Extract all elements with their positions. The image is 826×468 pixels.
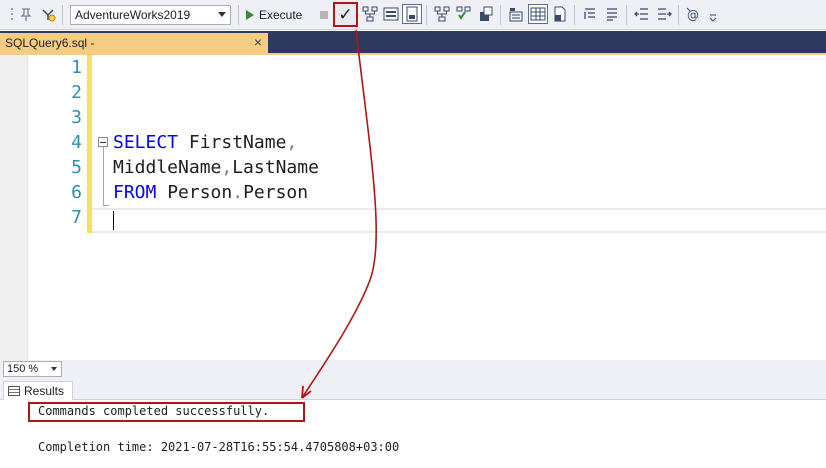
column-lastname: LastName [232, 157, 319, 178]
comma: , [221, 157, 233, 178]
results-tabbar: Results [0, 378, 826, 400]
parse-icon: ✓ [338, 4, 353, 25]
column-firstname: FirstName [178, 132, 287, 153]
line-number: 7 [71, 207, 82, 228]
comma: , [286, 132, 298, 153]
results-file-icon[interactable] [550, 4, 570, 24]
zoom-value: 150 % [7, 363, 39, 375]
execute-label: Execute [259, 8, 303, 22]
database-select-value: AdventureWorks2019 [75, 8, 191, 22]
results-to-grid-icon[interactable] [402, 4, 422, 24]
execute-icon [246, 10, 254, 20]
results-text-icon[interactable] [506, 4, 526, 24]
specify-values-icon[interactable]: @ [684, 4, 704, 24]
keyword-select: SELECT [113, 132, 179, 153]
parse-button[interactable]: ✓ [333, 2, 358, 27]
zoom-select[interactable]: 150 % [3, 361, 62, 377]
schema-name: Person [156, 182, 233, 203]
code-line-5: MiddleName,LastName [113, 155, 319, 180]
toolbar-separator [626, 5, 627, 25]
decrease-indent-icon[interactable] [632, 4, 652, 24]
completion-time: Completion time: 2021-07-28T16:55:54.470… [38, 440, 400, 454]
keyword-from: FROM [113, 182, 157, 203]
change-tracking-bar [87, 55, 92, 233]
code-line-6: FROM Person.Person [113, 180, 308, 205]
results-grid-icon [8, 386, 20, 396]
collapse-icon[interactable] [98, 137, 108, 147]
uncomment-icon[interactable] [602, 4, 622, 24]
toolbar-separator [500, 5, 501, 25]
line-number: 1 [71, 57, 82, 78]
line-number: 6 [71, 182, 82, 203]
current-line-highlight [92, 208, 826, 233]
table-name: Person [243, 182, 309, 203]
editor-margin [0, 55, 28, 360]
outline-line [103, 147, 104, 205]
toolbar: AdventureWorks2019 Execute ✓ @ [0, 0, 826, 30]
document-tab[interactable]: SQLQuery6.sql - × [0, 33, 268, 53]
column-middlename: MiddleName [113, 157, 222, 178]
document-tabstrip: SQLQuery6.sql - × [0, 31, 826, 53]
toolbar-separator [62, 5, 63, 25]
outline-end [103, 205, 109, 206]
toolbar-separator [574, 5, 575, 25]
comment-icon[interactable] [580, 4, 600, 24]
document-tab-title: SQLQuery6.sql - [5, 36, 95, 50]
zoom-bar: 150 % [0, 360, 826, 378]
message-highlight-box [28, 402, 305, 422]
increase-indent-icon[interactable] [654, 4, 674, 24]
text-caret [113, 211, 114, 230]
stop-icon[interactable] [320, 11, 328, 19]
display-plan-icon[interactable] [360, 4, 380, 24]
results-to-text-icon[interactable] [381, 4, 401, 24]
dot: . [232, 182, 244, 203]
add-connection-icon[interactable] [38, 4, 58, 24]
live-stats-icon[interactable] [476, 4, 496, 24]
execute-button[interactable]: Execute [246, 5, 302, 25]
tab-results[interactable]: Results [3, 381, 73, 400]
chevron-down-icon [51, 367, 57, 371]
chevron-down-icon [218, 12, 226, 17]
pin-icon[interactable] [16, 4, 36, 24]
query-plan-icon[interactable] [432, 4, 452, 24]
line-number: 4 [71, 132, 82, 153]
line-number: 5 [71, 157, 82, 178]
toolbar-separator [238, 5, 239, 25]
toolbar-separator [426, 5, 427, 25]
line-number: 2 [71, 82, 82, 103]
database-select[interactable]: AdventureWorks2019 [70, 5, 231, 25]
toolbar-separator [678, 5, 679, 25]
results-grid-icon[interactable] [528, 4, 548, 24]
query-editor[interactable]: 1 2 3 4 5 6 7 SELECT FirstName, MiddleNa… [0, 55, 826, 360]
code-line-4: SELECT FirstName, [113, 130, 297, 155]
results-tab-label: Results [24, 384, 65, 398]
line-number: 3 [71, 107, 82, 128]
client-stats-icon[interactable] [454, 4, 474, 24]
toolbar-overflow-icon[interactable] [703, 4, 723, 24]
close-icon[interactable]: × [254, 34, 262, 50]
